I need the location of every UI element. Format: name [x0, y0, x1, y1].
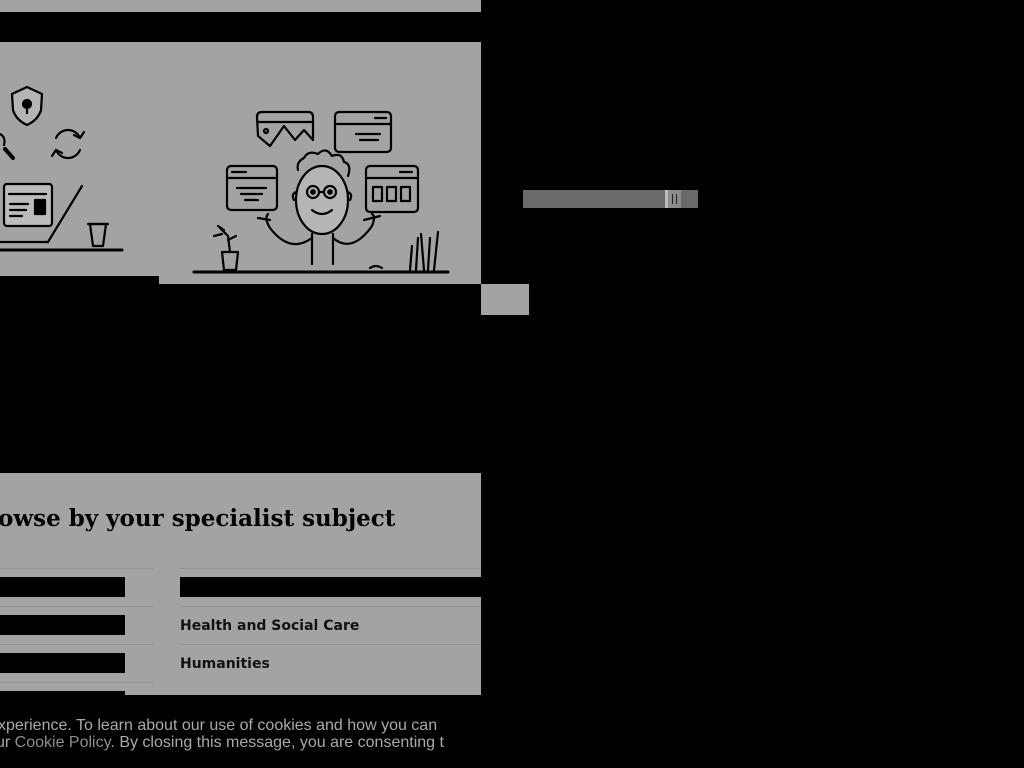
header-band [0, 12, 481, 42]
browser-window-icon [333, 110, 393, 154]
top-strip [0, 0, 481, 12]
progress-slider[interactable] [523, 190, 698, 208]
laptop-icon [0, 182, 84, 244]
cookie-text-prefix: ur [0, 734, 11, 751]
slider-fill [523, 190, 665, 208]
browser-window-icon [364, 164, 420, 214]
overlay-close-area[interactable] [481, 284, 529, 315]
browser-window-icon [255, 110, 315, 148]
redacted-label [0, 615, 125, 635]
magnifier-icon [0, 132, 15, 160]
subject-item[interactable] [0, 568, 153, 606]
plant-icon [212, 224, 240, 272]
browser-window-icon [225, 164, 279, 212]
cookie-text-suffix: . By closing this message, you are conse… [110, 734, 444, 751]
cookie-policy-link[interactable]: Cookie Policy [15, 734, 111, 751]
hero-illustration-art [0, 85, 450, 274]
subject-list-left [0, 568, 153, 695]
subject-item[interactable] [0, 644, 153, 682]
subject-label[interactable]: Health and Social Care [180, 618, 359, 634]
subject-item[interactable] [0, 682, 153, 695]
cup-icon [86, 222, 110, 248]
subject-label[interactable]: Humanities [180, 656, 270, 672]
redacted-label [180, 577, 481, 597]
redacted-label [0, 691, 125, 695]
redacted-label [0, 577, 125, 597]
subjects-panel: owse by your specialist subject Health a… [0, 473, 481, 695]
subject-item-humanities[interactable]: Humanities [180, 644, 481, 682]
subject-item-health-social-care[interactable]: Health and Social Care [180, 606, 481, 644]
shield-icon [10, 85, 44, 127]
cookie-text-line-2: ur Cookie Policy. By closing this messag… [0, 734, 444, 752]
hero-illustration [0, 42, 481, 284]
subject-list-right: Health and Social Care Humanities [180, 568, 481, 682]
hero-caption-bar [0, 276, 159, 284]
cookie-notice: xperience. To learn about our use of coo… [0, 716, 481, 768]
cookie-text-line-1: xperience. To learn about our use of coo… [0, 717, 438, 734]
subject-item[interactable] [0, 606, 153, 644]
books-icon [408, 230, 440, 272]
subject-item[interactable] [180, 568, 481, 606]
sync-icon [50, 128, 86, 160]
section-heading: owse by your specialist subject [0, 505, 396, 532]
redacted-label [0, 653, 125, 673]
slider-handle[interactable] [665, 190, 681, 208]
